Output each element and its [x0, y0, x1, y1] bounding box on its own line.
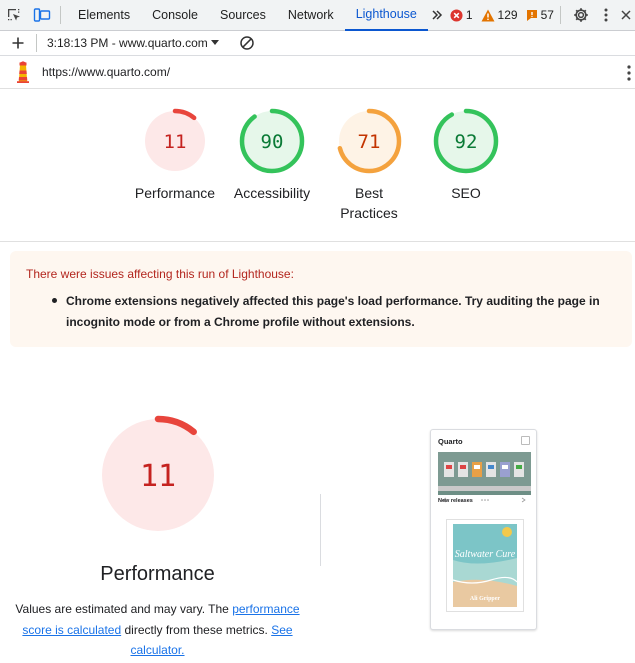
toolbar-separator [36, 34, 37, 52]
device-toolbar-icon[interactable] [28, 0, 56, 31]
thumb-book-title: Saltwater Cure [455, 549, 516, 560]
tab-label: Console [152, 8, 198, 22]
category-gauges: 11 Performance 90 Accessibility 71 Best … [0, 89, 635, 242]
gauge-ring: 71 [336, 108, 402, 174]
select-element-icon[interactable] [0, 0, 28, 31]
gauge-accessibility[interactable]: 90 Accessibility [217, 106, 327, 203]
report-selector-label: 3:18:13 PM - www.quarto.com [47, 36, 208, 50]
dropdown-arrow-icon [210, 40, 219, 45]
gauge-seo[interactable]: 92 SEO [411, 106, 521, 203]
thumb-strip [438, 486, 531, 491]
kebab-menu-icon[interactable] [595, 0, 617, 31]
tab-sources[interactable]: Sources [209, 0, 277, 31]
desc-text-1: Values are estimated and may vary. The [15, 602, 229, 616]
report-url: https://www.quarto.com/ [42, 65, 171, 79]
performance-title: Performance [100, 563, 215, 585]
tab-lighthouse[interactable]: Lighthouse [344, 0, 428, 31]
section-divider [320, 494, 321, 566]
gauge-ring: 92 [433, 108, 499, 174]
gauge-score: 11 [164, 131, 187, 153]
close-icon[interactable] [617, 0, 635, 31]
gauge-ring: 11 [98, 415, 218, 535]
warning-item: Chrome extensions negatively affected th… [66, 294, 600, 329]
clear-icon[interactable] [227, 31, 267, 56]
tab-elements[interactable]: Elements [67, 0, 141, 31]
thumb-section-title: New releases [438, 498, 473, 504]
gauge-performance[interactable]: 11 Performance [120, 106, 230, 203]
tab-label: Elements [78, 8, 131, 22]
gauge-best-practices[interactable]: 71 Best Practices [314, 106, 424, 223]
thumb-book-author: Ali Gripper [470, 596, 501, 602]
error-count-badge[interactable]: 1 [450, 8, 473, 22]
devtools-tab-bar: Elements Console Sources Network Lightho… [0, 0, 635, 31]
gauge-score: 71 [358, 131, 381, 153]
gauge-label: SEO [451, 185, 481, 201]
report-menu-icon[interactable] [625, 64, 633, 82]
final-screenshot-thumbnail[interactable]: Quarto New releases Saltwater Cure Ali G… [430, 429, 537, 630]
report-selector[interactable]: 3:18:13 PM - www.quarto.com [47, 36, 219, 50]
thumb-book-cover: Saltwater Cure Ali Gripper [446, 519, 524, 612]
warning-title: There were issues affecting this run of … [26, 267, 294, 281]
tab-console[interactable]: Console [141, 0, 209, 31]
tab-bar-separator [560, 6, 561, 24]
more-tabs-icon[interactable] [428, 0, 446, 31]
gauge-score: 92 [455, 131, 478, 153]
thumb-menu-icon [521, 436, 530, 445]
error-icon [450, 8, 463, 22]
performance-description: Values are estimated and may vary. The p… [10, 599, 305, 661]
lighthouse-logo-icon [14, 61, 32, 83]
report-url-row: https://www.quarto.com/ [0, 56, 635, 89]
tab-label: Network [287, 8, 334, 22]
warning-bullet [52, 298, 57, 303]
desc-text-2: directly from these metrics. [124, 622, 268, 637]
settings-gear-icon[interactable] [567, 0, 595, 31]
issues-icon [526, 9, 537, 21]
tab-network[interactable]: Network [277, 0, 345, 31]
gauge-label: Accessibility [233, 185, 311, 201]
tab-bar-separator [60, 6, 61, 24]
warning-icon [481, 9, 495, 21]
tab-label: Sources [219, 8, 266, 22]
warning-count: 129 [497, 8, 518, 22]
gauge-ring: 90 [239, 108, 305, 174]
gauge-label: Best Practices [340, 185, 398, 221]
performance-gauge-large: 11 [97, 414, 219, 541]
issues-count: 57 [540, 8, 554, 22]
tab-label: Lighthouse [355, 7, 417, 21]
run-warning-box: There were issues affecting this run of … [10, 251, 632, 347]
gauge-label: Performance [134, 185, 216, 201]
issues-count-badge[interactable]: 57 [526, 8, 554, 22]
error-count: 1 [465, 8, 473, 22]
gauge-score: 11 [140, 459, 176, 494]
gauge-ring: 11 [142, 108, 208, 174]
lighthouse-toolbar: 3:18:13 PM - www.quarto.com [0, 31, 635, 56]
gauge-score: 90 [261, 131, 284, 153]
add-icon[interactable] [0, 31, 36, 56]
devtools-right-tools [556, 0, 635, 31]
warning-count-badge[interactable]: 129 [481, 8, 518, 22]
thumb-logo: Quarto [438, 437, 463, 446]
